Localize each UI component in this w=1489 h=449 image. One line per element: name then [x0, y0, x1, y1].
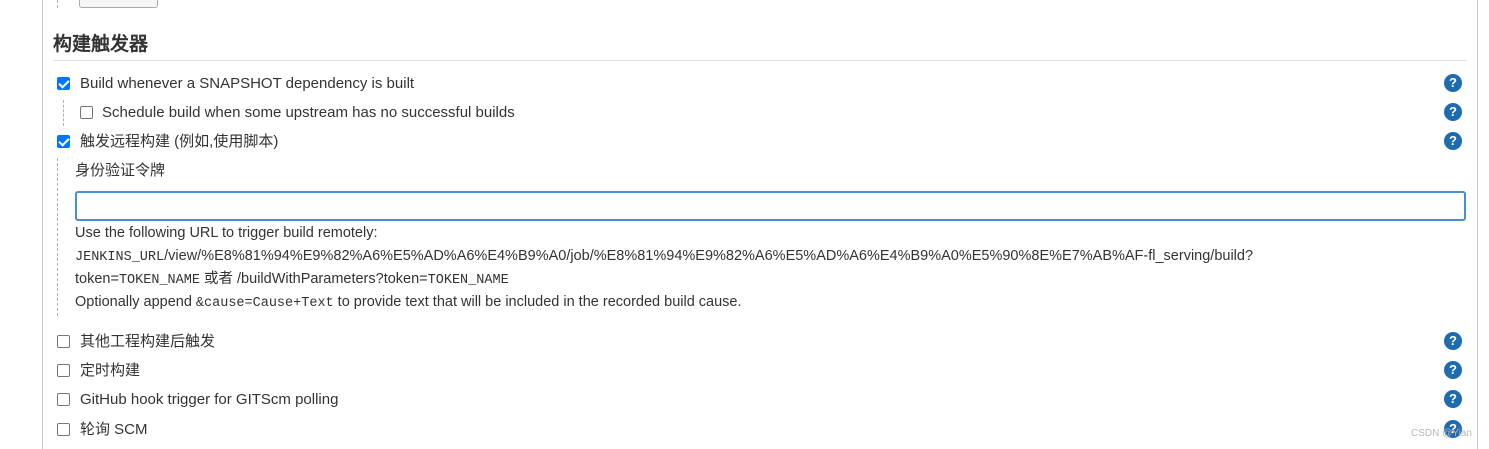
or-text: 或者	[199, 271, 238, 287]
watermark: CSDN @Yian	[1411, 428, 1472, 439]
help-icon[interactable]: ?	[1444, 390, 1462, 408]
help-icon[interactable]: ?	[1444, 103, 1462, 121]
snapshot-checkbox[interactable]	[57, 77, 70, 90]
poll-scm-checkbox[interactable]	[57, 423, 70, 436]
upstream-label[interactable]: Schedule build when some upstream has no…	[102, 103, 515, 123]
periodic-build-checkbox[interactable]	[57, 364, 70, 377]
cause-suffix: to provide text that will be included in…	[333, 294, 742, 310]
panel-left-border	[42, 0, 43, 449]
panel-right-border	[1477, 0, 1478, 449]
token-variable: TOKEN_NAME	[427, 273, 509, 288]
token-key: token=	[75, 271, 119, 287]
build-triggers-panel: 构建触发器 Build whenever a SNAPSHOT dependen…	[0, 0, 1489, 449]
section-title: 构建触发器	[53, 34, 149, 55]
other-project-label[interactable]: 其他工程构建后触发	[80, 332, 215, 352]
github-hook-label[interactable]: GitHub hook trigger for GITScm polling	[80, 390, 338, 410]
remote-help-intro: Use the following URL to trigger build r…	[75, 225, 378, 241]
partial-button[interactable]	[79, 0, 158, 8]
nested-indent-guide	[57, 158, 58, 316]
remote-trigger-label[interactable]: 触发远程构建 (例如,使用脚本)	[80, 132, 278, 152]
snapshot-label[interactable]: Build whenever a SNAPSHOT dependency is …	[80, 74, 414, 94]
remote-help-cause: Optionally append &cause=Cause+Text to p…	[75, 292, 742, 314]
cause-prefix: Optionally append	[75, 294, 196, 310]
remote-help-token: token=TOKEN_NAME 或者 /buildWithParameters…	[75, 269, 509, 291]
auth-token-input[interactable]	[75, 191, 1466, 221]
remote-trigger-checkbox[interactable]	[57, 135, 70, 148]
token-variable: TOKEN_NAME	[118, 273, 200, 288]
help-icon[interactable]: ?	[1444, 74, 1462, 92]
periodic-build-label[interactable]: 定时构建	[80, 361, 140, 381]
nested-indent-guide	[63, 100, 64, 126]
github-hook-checkbox[interactable]	[57, 393, 70, 406]
cause-code: &cause=Cause+Text	[195, 296, 334, 311]
section-divider	[53, 60, 1467, 61]
help-icon[interactable]: ?	[1444, 132, 1462, 150]
url-variable: JENKINS_URL	[75, 250, 165, 265]
build-with-params-path: /buildWithParameters?token=	[237, 271, 428, 287]
poll-scm-label[interactable]: 轮询 SCM	[80, 420, 148, 440]
auth-token-label: 身份验证令牌	[75, 162, 166, 179]
remote-help-url: JENKINS_URL/view/%E8%81%94%E9%82%A6%E5%A…	[75, 246, 1253, 268]
help-icon[interactable]: ?	[1444, 361, 1462, 379]
upstream-checkbox[interactable]	[80, 106, 93, 119]
url-path: /view/%E8%81%94%E9%82%A6%E5%AD%A6%E4%B9%…	[164, 248, 1254, 264]
nested-indent-guide	[57, 0, 58, 8]
other-project-checkbox[interactable]	[57, 335, 70, 348]
help-icon[interactable]: ?	[1444, 332, 1462, 350]
